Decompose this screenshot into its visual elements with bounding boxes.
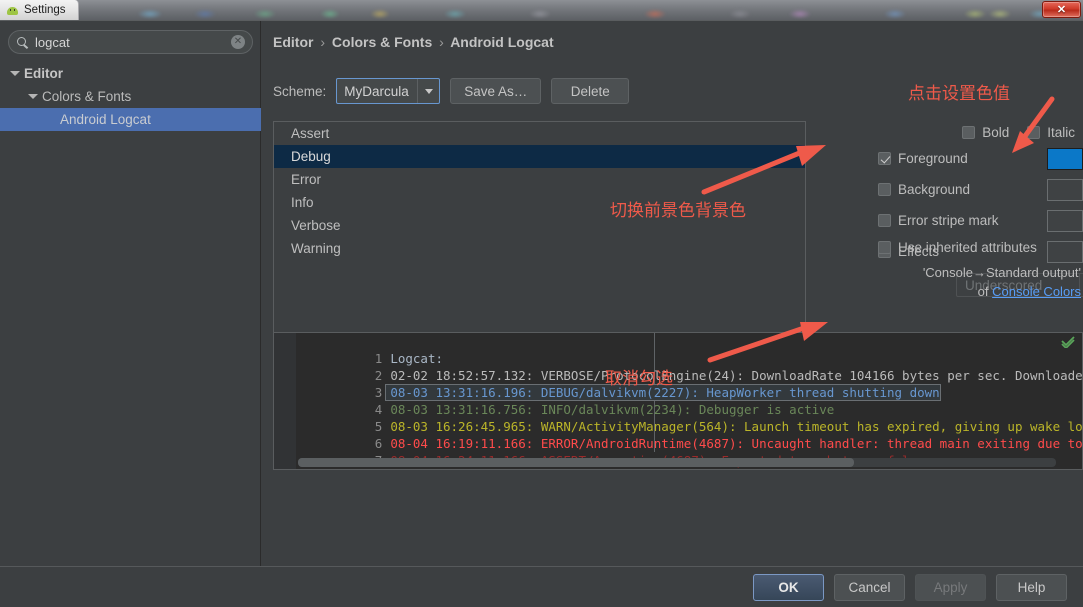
sidebar-item-android-logcat[interactable]: Android Logcat bbox=[0, 108, 261, 131]
bold-label: Bold bbox=[982, 124, 1010, 140]
bold-checkbox[interactable]: Bold bbox=[962, 125, 1009, 140]
search-icon bbox=[16, 36, 29, 49]
preview-pane[interactable]: 1 Logcat: 2 02-02 18:52:57.132: VERBOSE/Pr… bbox=[273, 332, 1083, 470]
scheme-select-value: MyDarcula bbox=[344, 83, 409, 99]
breadcrumb-part-2: Colors & Fonts bbox=[331, 34, 433, 50]
background-label: Background bbox=[898, 182, 971, 197]
list-item[interactable]: Assert bbox=[274, 122, 805, 145]
breadcrumb-separator: › bbox=[320, 34, 326, 50]
foreground-color-swatch[interactable] bbox=[1047, 147, 1083, 170]
sidebar-item-label: Colors & Fonts bbox=[42, 89, 132, 104]
use-inherited-attributes-checkbox[interactable]: Use inherited attributes bbox=[878, 237, 1083, 257]
search-box[interactable]: ✕ bbox=[8, 30, 253, 54]
inherited-source-line2: of Console Colors bbox=[878, 282, 1081, 301]
scheme-select[interactable]: MyDarcula bbox=[336, 78, 441, 104]
settings-dialog: ✕ Editor Colors & Fonts Android Logcat E bbox=[0, 20, 1083, 607]
checkbox-box bbox=[878, 183, 891, 196]
list-item[interactable]: Info bbox=[274, 191, 805, 214]
close-icon[interactable]: ✕ bbox=[1042, 1, 1081, 18]
background-color-swatch[interactable] bbox=[1047, 178, 1083, 201]
blurred-desktop-background bbox=[0, 0, 1083, 20]
italic-checkbox[interactable]: Italic bbox=[1027, 125, 1075, 140]
sidebar-item-label: Android Logcat bbox=[60, 112, 151, 127]
list-item[interactable]: Debug bbox=[274, 145, 805, 168]
checkbox-box bbox=[878, 214, 891, 227]
android-icon bbox=[6, 4, 19, 17]
attribute-row-background: Background bbox=[878, 174, 1083, 205]
search-input[interactable] bbox=[33, 33, 231, 51]
preview-line: 6 08-04 16:19:11.166: ERROR/AndroidRuntim… bbox=[274, 418, 1082, 451]
delete-button[interactable]: Delete bbox=[551, 78, 630, 104]
breadcrumb: Editor › Colors & Fonts › Android Logcat bbox=[273, 34, 554, 50]
background-checkbox[interactable]: Background bbox=[878, 182, 1047, 197]
use-inherited-attributes-label: Use inherited attributes bbox=[898, 239, 1037, 255]
foreground-label: Foreground bbox=[898, 151, 968, 166]
inherited-of-label: of bbox=[977, 284, 993, 299]
clear-search-icon[interactable]: ✕ bbox=[231, 35, 245, 49]
dialog-footer: OK Cancel Apply Help bbox=[0, 567, 1083, 607]
italic-label: Italic bbox=[1047, 124, 1075, 140]
checkbox-box bbox=[962, 125, 976, 139]
settings-window: Settings ✕ ✕ Editor Colors & Fonts bbox=[0, 0, 1083, 607]
breadcrumb-separator: › bbox=[439, 34, 444, 50]
settings-sidebar: ✕ Editor Colors & Fonts Android Logcat bbox=[0, 21, 261, 566]
window-title: Settings bbox=[24, 4, 66, 16]
checkbox-box bbox=[1027, 125, 1041, 139]
inherited-source-text: 'Console→Standard output' of Console Col… bbox=[878, 263, 1083, 301]
preview-horizontal-scrollbar[interactable] bbox=[298, 458, 1056, 467]
preview-code: 1 Logcat: 2 02-02 18:52:57.132: VERBOSE/Pr… bbox=[274, 333, 1082, 469]
preview-line: 708-04 16:24:11.166: ASSERT/Assertion(46… bbox=[274, 435, 1082, 468]
cancel-button[interactable]: Cancel bbox=[834, 574, 905, 601]
foreground-checkbox[interactable]: Foreground bbox=[878, 151, 1047, 166]
attribute-row-foreground: Foreground bbox=[878, 143, 1083, 174]
preview-line: 1 Logcat: bbox=[274, 333, 1082, 366]
chevron-down-icon bbox=[28, 92, 38, 102]
error-stripe-mark-label: Error stripe mark bbox=[898, 213, 999, 228]
preview-line: 2 02-02 18:52:57.132: VERBOSE/ProtocolEng… bbox=[274, 350, 1082, 383]
checkbox-box bbox=[878, 152, 891, 165]
list-item[interactable]: Verbose bbox=[274, 214, 805, 237]
checkbox-box bbox=[878, 240, 891, 254]
inherited-attributes-block: Use inherited attributes 'Console→Standa… bbox=[878, 237, 1083, 301]
preview-line-selected: 3 08-03 13:31:16.196: DEBUG/dalvikvm(2227… bbox=[274, 367, 1082, 401]
inherited-source-line1: 'Console→Standard output' bbox=[922, 265, 1081, 280]
error-stripe-mark-checkbox[interactable]: Error stripe mark bbox=[878, 213, 1047, 228]
help-button[interactable]: Help bbox=[996, 574, 1067, 601]
list-item[interactable]: Warning bbox=[274, 237, 805, 260]
ok-button[interactable]: OK bbox=[753, 574, 824, 601]
scrollbar-thumb[interactable] bbox=[298, 458, 854, 467]
font-style-row: Bold Italic bbox=[878, 121, 1083, 143]
sidebar-item-colors-and-fonts[interactable]: Colors & Fonts bbox=[0, 85, 261, 108]
sidebar-item-editor[interactable]: Editor bbox=[0, 62, 261, 85]
apply-button[interactable]: Apply bbox=[915, 574, 986, 601]
breadcrumb-part-1: Editor bbox=[273, 34, 314, 50]
attribute-row-error-stripe-mark: Error stripe mark bbox=[878, 205, 1083, 236]
preview-line: 5 08-03 16:26:45.965: WARN/ActivityManage… bbox=[274, 401, 1082, 434]
sidebar-item-label: Editor bbox=[24, 66, 63, 81]
console-colors-link[interactable]: Console Colors bbox=[992, 284, 1081, 299]
breadcrumb-part-3: Android Logcat bbox=[450, 34, 554, 50]
scheme-toolbar: Scheme: MyDarcula Save As… Delete bbox=[273, 78, 630, 104]
scheme-label: Scheme: bbox=[273, 83, 327, 99]
inspection-ok-icon bbox=[1061, 336, 1075, 348]
window-titlebar: Settings ✕ bbox=[0, 0, 1083, 20]
list-item[interactable]: Error bbox=[274, 168, 805, 191]
taskbar-window-tab[interactable]: Settings bbox=[0, 0, 79, 20]
preview-line: 4 08-03 13:31:16.756: INFO/dalvikvm(2234)… bbox=[274, 384, 1082, 417]
chevron-down-icon bbox=[10, 69, 20, 79]
error-stripe-color-swatch[interactable] bbox=[1047, 209, 1083, 232]
settings-content: Editor › Colors & Fonts › Android Logcat… bbox=[262, 21, 1083, 566]
chevron-down-icon[interactable] bbox=[417, 79, 439, 103]
settings-tree: Editor Colors & Fonts Android Logcat bbox=[0, 62, 261, 131]
save-as-button[interactable]: Save As… bbox=[450, 78, 542, 104]
